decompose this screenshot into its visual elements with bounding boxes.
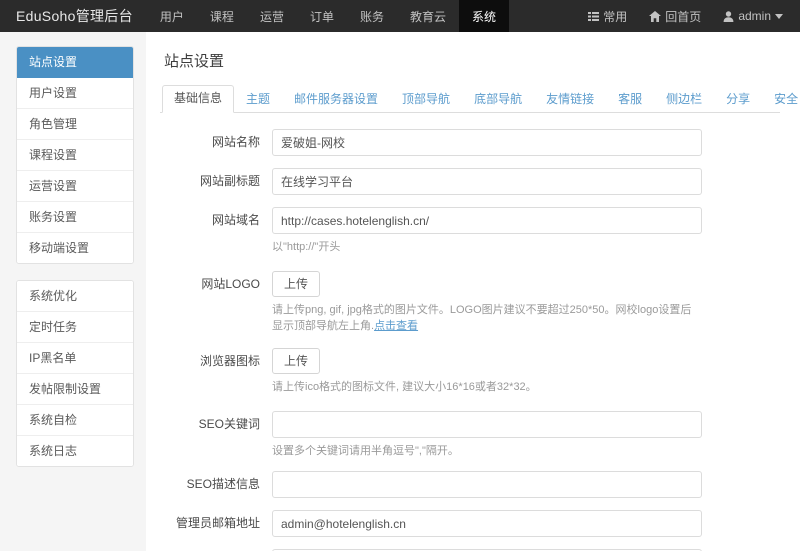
sidebar-item-site-settings[interactable]: 站点设置 [17, 47, 133, 78]
sidebar-group-settings: 站点设置 用户设置 角色管理 课程设置 运营设置 账务设置 移动端设置 [16, 46, 134, 264]
content-area: 站点设置 基础信息 主题 邮件服务器设置 顶部导航 底部导航 友情链接 客服 侧… [146, 32, 800, 551]
tab-friend-links[interactable]: 友情链接 [534, 86, 606, 113]
sidebar-item-system-optimize[interactable]: 系统优化 [17, 281, 133, 312]
label-site-domain: 网站域名 [160, 207, 272, 227]
site-logo-preview-link[interactable]: 点击查看 [374, 320, 418, 332]
tab-basic-info[interactable]: 基础信息 [162, 85, 234, 113]
sidebar-group-system: 系统优化 定时任务 IP黑名单 发帖限制设置 系统自检 系统日志 [16, 280, 134, 467]
label-seo-description: SEO描述信息 [160, 471, 272, 491]
form-row-favicon: 浏览器图标 上传 请上传ico格式的图标文件, 建议大小16*16或者32*32… [160, 348, 780, 395]
favicon-upload-button[interactable]: 上传 [272, 348, 320, 374]
nav-link-finance[interactable]: 账务 [347, 0, 397, 32]
label-site-subtitle: 网站副标题 [160, 168, 272, 188]
control-site-subtitle [272, 168, 780, 195]
page-title: 站点设置 [164, 50, 780, 71]
tab-share[interactable]: 分享 [714, 86, 762, 113]
page-body: 站点设置 用户设置 角色管理 课程设置 运营设置 账务设置 移动端设置 系统优化… [0, 32, 800, 551]
nav-user-menu[interactable]: admin [712, 0, 794, 32]
sidebar: 站点设置 用户设置 角色管理 课程设置 运营设置 账务设置 移动端设置 系统优化… [0, 32, 146, 483]
tab-theme[interactable]: 主题 [234, 86, 282, 113]
form-row-site-subtitle: 网站副标题 [160, 168, 780, 195]
sidebar-item-scheduled-tasks[interactable]: 定时任务 [17, 312, 133, 343]
control-site-domain: 以"http://"开头 [272, 207, 780, 255]
form-row-site-domain: 网站域名 以"http://"开头 [160, 207, 780, 255]
label-admin-email: 管理员邮箱地址 [160, 510, 272, 530]
site-domain-input[interactable] [272, 207, 702, 234]
form-row-site-name: 网站名称 [160, 129, 780, 156]
sidebar-item-user-settings[interactable]: 用户设置 [17, 78, 133, 109]
nav-user-label: admin [738, 9, 771, 23]
chevron-down-icon [775, 14, 783, 19]
tab-top-nav[interactable]: 顶部导航 [390, 86, 462, 113]
top-navbar: EduSoho管理后台 用户 课程 运营 订单 账务 教育云 系统 常用 回首页 [0, 0, 800, 32]
site-subtitle-input[interactable] [272, 168, 702, 195]
sidebar-item-course-settings[interactable]: 课程设置 [17, 140, 133, 171]
nav-home-button[interactable]: 回首页 [638, 0, 712, 32]
sidebar-item-mobile-settings[interactable]: 移动端设置 [17, 233, 133, 263]
help-favicon: 请上传ico格式的图标文件, 建议大小16*16或者32*32。 [272, 379, 702, 395]
control-seo-description [272, 471, 780, 498]
list-icon [588, 11, 599, 22]
sidebar-item-finance-settings[interactable]: 账务设置 [17, 202, 133, 233]
nav-frequent-button[interactable]: 常用 [577, 0, 638, 32]
label-favicon: 浏览器图标 [160, 348, 272, 368]
help-seo-keywords: 设置多个关键词请用半角逗号","隔开。 [272, 443, 702, 459]
nav-link-system[interactable]: 系统 [459, 0, 509, 32]
label-site-name: 网站名称 [160, 129, 272, 149]
nav-link-courses[interactable]: 课程 [197, 0, 247, 32]
primary-nav: 用户 课程 运营 订单 账务 教育云 系统 [147, 0, 509, 32]
sidebar-item-post-limit-settings[interactable]: 发帖限制设置 [17, 374, 133, 405]
seo-description-input[interactable] [272, 471, 702, 498]
sidebar-item-role-management[interactable]: 角色管理 [17, 109, 133, 140]
sidebar-item-operation-settings[interactable]: 运营设置 [17, 171, 133, 202]
nav-link-edu-cloud[interactable]: 教育云 [397, 0, 459, 32]
user-icon [723, 11, 734, 22]
tab-bottom-nav[interactable]: 底部导航 [462, 86, 534, 113]
tab-customer-service[interactable]: 客服 [606, 86, 654, 113]
form-row-seo-keywords: SEO关键词 设置多个关键词请用半角逗号","隔开。 [160, 411, 780, 459]
sidebar-item-system-selfcheck[interactable]: 系统自检 [17, 405, 133, 436]
brand-title[interactable]: EduSoho管理后台 [0, 0, 147, 32]
help-site-domain: 以"http://"开头 [272, 239, 702, 255]
nav-link-operations[interactable]: 运营 [247, 0, 297, 32]
tab-mail-server[interactable]: 邮件服务器设置 [282, 86, 390, 113]
control-site-logo: 上传 请上传png, gif, jpg格式的图片文件。LOGO图片建议不要超过2… [272, 271, 780, 334]
tab-security[interactable]: 安全 [762, 86, 800, 113]
sidebar-item-ip-blacklist[interactable]: IP黑名单 [17, 343, 133, 374]
control-seo-keywords: 设置多个关键词请用半角逗号","隔开。 [272, 411, 780, 459]
nav-home-label: 回首页 [665, 8, 701, 25]
nav-link-orders[interactable]: 订单 [297, 0, 347, 32]
form-row-site-logo: 网站LOGO 上传 请上传png, gif, jpg格式的图片文件。LOGO图片… [160, 271, 780, 334]
seo-keywords-input[interactable] [272, 411, 702, 438]
nav-link-users[interactable]: 用户 [147, 0, 197, 32]
nav-frequent-label: 常用 [603, 8, 627, 25]
site-name-input[interactable] [272, 129, 702, 156]
label-seo-keywords: SEO关键词 [160, 411, 272, 431]
help-site-logo: 请上传png, gif, jpg格式的图片文件。LOGO图片建议不要超过250*… [272, 302, 702, 334]
sidebar-item-system-log[interactable]: 系统日志 [17, 436, 133, 466]
help-site-logo-text: 请上传png, gif, jpg格式的图片文件。LOGO图片建议不要超过250*… [272, 304, 691, 332]
form-row-admin-email: 管理员邮箱地址 [160, 510, 780, 537]
control-favicon: 上传 请上传ico格式的图标文件, 建议大小16*16或者32*32。 [272, 348, 780, 395]
tab-bar: 基础信息 主题 邮件服务器设置 顶部导航 底部导航 友情链接 客服 侧边栏 分享… [160, 85, 780, 113]
secondary-nav: 常用 回首页 admin [577, 0, 800, 32]
tab-sidebar[interactable]: 侧边栏 [654, 86, 714, 113]
control-admin-email [272, 510, 780, 537]
admin-email-input[interactable] [272, 510, 702, 537]
site-settings-form: 网站名称 网站副标题 网站域名 以"http://"开头 [160, 113, 780, 551]
home-icon [649, 11, 661, 22]
label-site-logo: 网站LOGO [160, 271, 272, 291]
site-logo-upload-button[interactable]: 上传 [272, 271, 320, 297]
form-row-seo-description: SEO描述信息 [160, 471, 780, 498]
control-site-name [272, 129, 780, 156]
